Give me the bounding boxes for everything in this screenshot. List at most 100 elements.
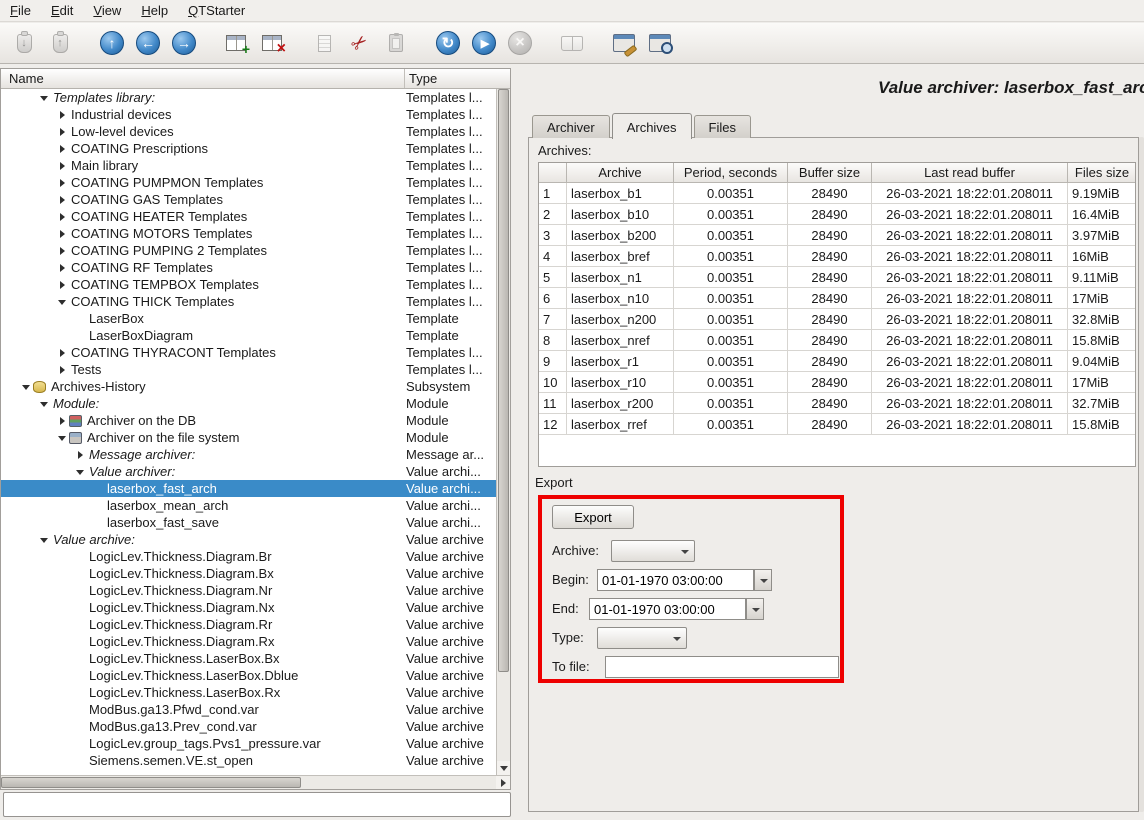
scrollbar-thumb[interactable]	[498, 89, 509, 672]
menu-item-qtstarter[interactable]: QTStarter	[178, 0, 255, 21]
table-row[interactable]: 11laserbox_r2000.003512849026-03-2021 18…	[539, 393, 1135, 414]
table-header-cell[interactable]	[539, 163, 567, 183]
type-select[interactable]	[597, 627, 687, 649]
table-header-cell[interactable]: Period, seconds	[674, 163, 788, 183]
tree-item[interactable]: Templates library:Templates l...	[1, 89, 496, 106]
expanded-arrow-icon[interactable]	[39, 395, 51, 412]
refresh-button[interactable]	[430, 26, 466, 60]
add-item-button[interactable]	[218, 26, 254, 60]
collapsed-arrow-icon[interactable]	[57, 259, 69, 276]
start-periodic-update-button[interactable]	[466, 26, 502, 60]
table-header-cell[interactable]: Last read buffer	[872, 163, 1068, 183]
tree-item[interactable]: LogicLev.Thickness.LaserBox.BxValue arch…	[1, 650, 496, 667]
expanded-arrow-icon[interactable]	[75, 463, 87, 480]
up-level-button[interactable]	[94, 26, 130, 60]
collapsed-arrow-icon[interactable]	[57, 412, 69, 429]
tree-item[interactable]: ModBus.ga13.Prev_cond.varValue archive	[1, 718, 496, 735]
menu-item-file[interactable]: File	[0, 0, 41, 21]
status-input[interactable]	[3, 792, 511, 817]
tree-item[interactable]: laserbox_fast_saveValue archi...	[1, 514, 496, 531]
tree-item[interactable]: Low-level devicesTemplates l...	[1, 123, 496, 140]
tree-item[interactable]: COATING PUMPMON TemplatesTemplates l...	[1, 174, 496, 191]
tree-item[interactable]: COATING THICK TemplatesTemplates l...	[1, 293, 496, 310]
expanded-arrow-icon[interactable]	[39, 531, 51, 548]
scrollbar-thumb[interactable]	[1, 777, 301, 788]
tree-vertical-scrollbar[interactable]	[496, 89, 510, 775]
scroll-right-button[interactable]	[496, 776, 510, 789]
save-to-db-button[interactable]	[42, 26, 78, 60]
table-row[interactable]: 3laserbox_b2000.003512849026-03-2021 18:…	[539, 225, 1135, 246]
table-row[interactable]: 9laserbox_r10.003512849026-03-2021 18:22…	[539, 351, 1135, 372]
tree-item[interactable]: LogicLev.group_tags.Pvs1_pressure.varVal…	[1, 735, 496, 752]
tree-column-header-type[interactable]: Type	[405, 69, 510, 88]
tree-item[interactable]: laserbox_fast_archValue archi...	[1, 480, 496, 497]
expanded-arrow-icon[interactable]	[57, 293, 69, 310]
collapsed-arrow-icon[interactable]	[57, 225, 69, 242]
tree-item[interactable]: Value archive:Value archive	[1, 531, 496, 548]
tree-item[interactable]: LaserBoxTemplate	[1, 310, 496, 327]
collapsed-arrow-icon[interactable]	[57, 106, 69, 123]
tree-item[interactable]: COATING TEMPBOX TemplatesTemplates l...	[1, 276, 496, 293]
tree-item[interactable]: Value archiver:Value archi...	[1, 463, 496, 480]
begin-dropdown-button[interactable]	[754, 569, 772, 591]
scroll-down-button[interactable]	[497, 761, 510, 775]
load-from-db-button[interactable]	[6, 26, 42, 60]
expanded-arrow-icon[interactable]	[39, 89, 51, 106]
collapsed-arrow-icon[interactable]	[57, 140, 69, 157]
tree-item[interactable]: LogicLev.Thickness.Diagram.RxValue archi…	[1, 633, 496, 650]
menu-item-view[interactable]: View	[83, 0, 131, 21]
collapsed-arrow-icon[interactable]	[57, 276, 69, 293]
table-header-cell[interactable]: Archive	[567, 163, 674, 183]
tree-item[interactable]: LogicLev.Thickness.Diagram.BxValue archi…	[1, 565, 496, 582]
collapsed-arrow-icon[interactable]	[57, 208, 69, 225]
tree-item[interactable]: ModBus.ga13.Pfwd_cond.varValue archive	[1, 701, 496, 718]
tree-item[interactable]: Message archiver:Message ar...	[1, 446, 496, 463]
menu-item-edit[interactable]: Edit	[41, 0, 83, 21]
collapsed-arrow-icon[interactable]	[57, 157, 69, 174]
tree-item[interactable]: LaserBoxDiagramTemplate	[1, 327, 496, 344]
stop-button[interactable]	[502, 26, 538, 60]
tree-item[interactable]: LogicLev.Thickness.Diagram.RrValue archi…	[1, 616, 496, 633]
tree-item[interactable]: Archiver on the DBModule	[1, 412, 496, 429]
tofile-input[interactable]	[605, 656, 839, 678]
main-vertical-scrollbar[interactable]	[1139, 137, 1144, 812]
tree-item[interactable]: Industrial devicesTemplates l...	[1, 106, 496, 123]
delete-item-button[interactable]	[254, 26, 290, 60]
collapsed-arrow-icon[interactable]	[75, 446, 87, 463]
table-row[interactable]: 2laserbox_b100.003512849026-03-2021 18:2…	[539, 204, 1135, 225]
tree-horizontal-scrollbar[interactable]	[1, 775, 510, 789]
vision-button[interactable]	[642, 26, 678, 60]
tree-item[interactable]: laserbox_mean_archValue archi...	[1, 497, 496, 514]
tree-item[interactable]: COATING MOTORS TemplatesTemplates l...	[1, 225, 496, 242]
tree-item[interactable]: COATING PrescriptionsTemplates l...	[1, 140, 496, 157]
table-row[interactable]: 7laserbox_n2000.003512849026-03-2021 18:…	[539, 309, 1135, 330]
export-button[interactable]: Export	[552, 505, 634, 529]
table-row[interactable]: 12laserbox_rref0.003512849026-03-2021 18…	[539, 414, 1135, 435]
tree-item[interactable]: COATING GAS TemplatesTemplates l...	[1, 191, 496, 208]
tree-item[interactable]: LogicLev.Thickness.LaserBox.RxValue arch…	[1, 684, 496, 701]
tree-item[interactable]: COATING RF TemplatesTemplates l...	[1, 259, 496, 276]
tree-column-header-name[interactable]: Name	[1, 69, 405, 88]
expanded-arrow-icon[interactable]	[21, 378, 33, 395]
tree-item[interactable]: COATING PUMPING 2 TemplatesTemplates l..…	[1, 242, 496, 259]
tree-item[interactable]: LogicLev.Thickness.Diagram.NxValue archi…	[1, 599, 496, 616]
expanded-arrow-icon[interactable]	[57, 429, 69, 446]
collapsed-arrow-icon[interactable]	[57, 174, 69, 191]
tree-item[interactable]: LogicLev.Thickness.LaserBox.DblueValue a…	[1, 667, 496, 684]
back-button[interactable]	[130, 26, 166, 60]
tab-archives[interactable]: Archives	[612, 113, 692, 139]
tree-item[interactable]: COATING HEATER TemplatesTemplates l...	[1, 208, 496, 225]
table-header-cell[interactable]: Buffer size	[788, 163, 872, 183]
collapsed-arrow-icon[interactable]	[57, 344, 69, 361]
table-row[interactable]: 5laserbox_n10.003512849026-03-2021 18:22…	[539, 267, 1135, 288]
table-row[interactable]: 1laserbox_b10.003512849026-03-2021 18:22…	[539, 183, 1135, 204]
tab-files[interactable]: Files	[694, 115, 751, 138]
tree-item[interactable]: LogicLev.Thickness.Diagram.NrValue archi…	[1, 582, 496, 599]
collapsed-arrow-icon[interactable]	[57, 123, 69, 140]
collapsed-arrow-icon[interactable]	[57, 191, 69, 208]
archive-select[interactable]	[611, 540, 695, 562]
forward-button[interactable]	[166, 26, 202, 60]
table-row[interactable]: 8laserbox_nref0.003512849026-03-2021 18:…	[539, 330, 1135, 351]
table-row[interactable]: 4laserbox_bref0.003512849026-03-2021 18:…	[539, 246, 1135, 267]
menu-item-help[interactable]: Help	[131, 0, 178, 21]
